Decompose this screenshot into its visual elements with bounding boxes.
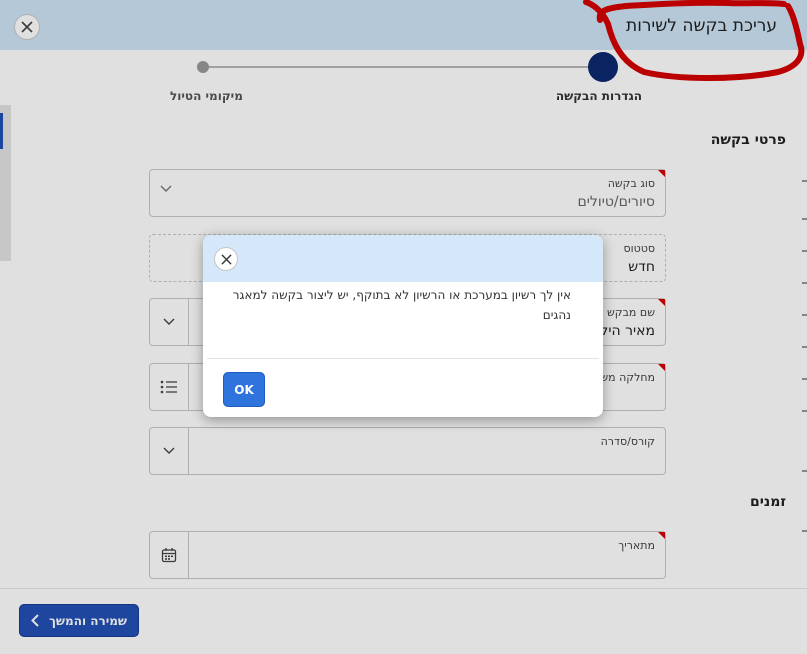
modal-message: אין לך רשיון במערכת או הרשיון לא בתוקף, … <box>232 288 571 322</box>
dialog-window: עריכת בקשה לשירות הגדרות הבקשה מיקומי הט… <box>0 0 807 654</box>
alert-modal: אין לך רשיון במערכת או הרשיון לא בתוקף, … <box>203 235 603 417</box>
ok-button[interactable]: OK <box>223 372 265 407</box>
modal-close-button[interactable] <box>214 247 238 271</box>
modal-divider <box>207 358 599 359</box>
modal-header <box>203 235 603 282</box>
close-icon <box>220 253 232 265</box>
